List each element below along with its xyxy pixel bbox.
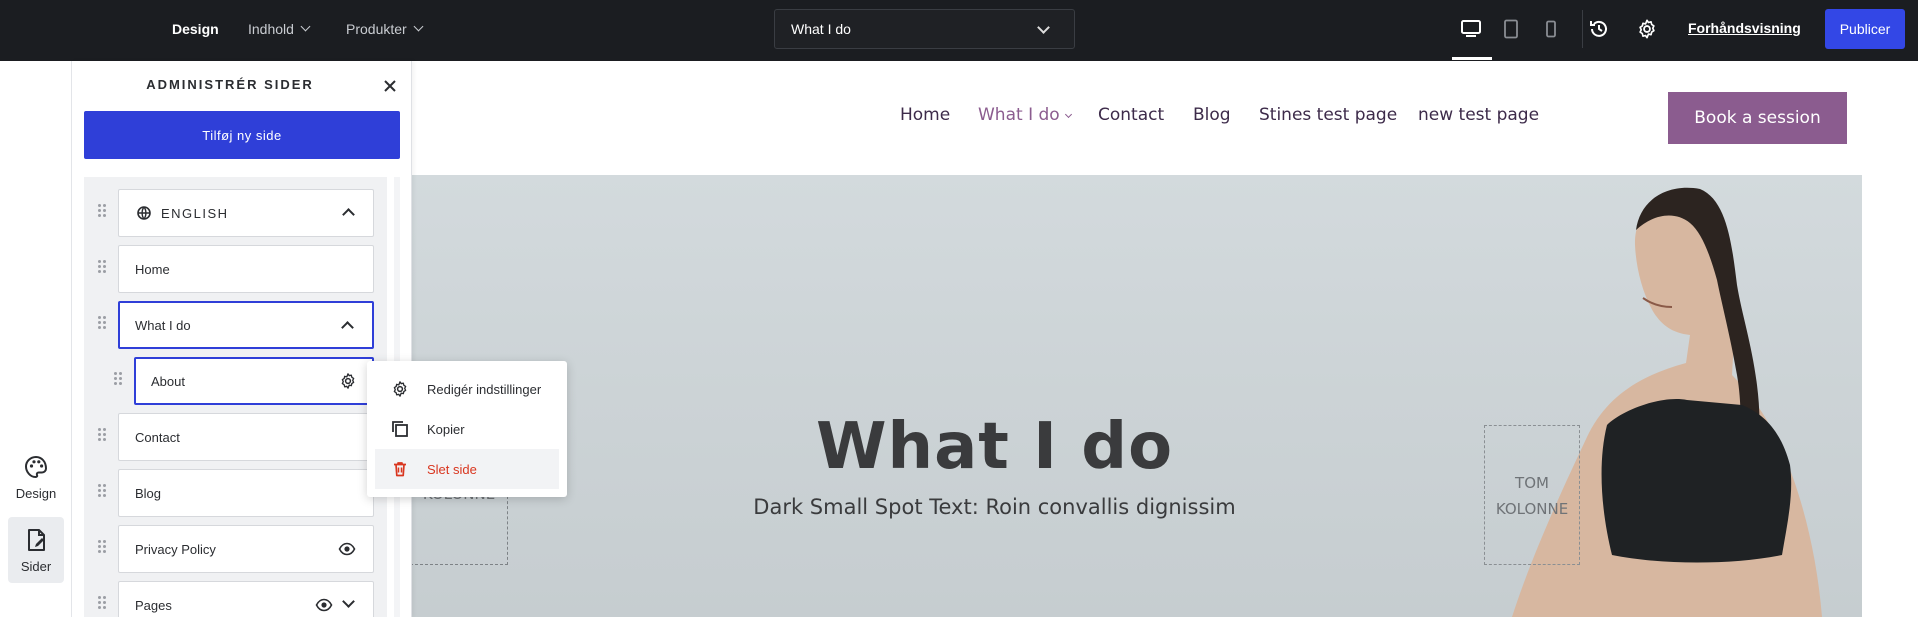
site-nav-blog[interactable]: Blog	[1193, 105, 1231, 125]
menu-item-label: Kopier	[427, 421, 465, 437]
menu-item-label: Redigér indstillinger	[427, 381, 542, 397]
mobile-icon	[1546, 20, 1556, 38]
hero-title[interactable]: What I do	[412, 410, 1577, 484]
drag-handle-icon[interactable]	[114, 372, 124, 386]
divider	[1582, 10, 1583, 48]
drag-handle-icon[interactable]	[98, 428, 108, 442]
active-device-indicator	[1452, 57, 1492, 60]
globe-icon	[137, 206, 151, 220]
rail-pages-label: Sider	[20, 558, 52, 574]
desktop-view-button[interactable]	[1456, 14, 1486, 44]
copy-menu-item[interactable]: Kopier	[375, 409, 559, 449]
site-nav-what-i-do[interactable]: What I do	[978, 105, 1072, 125]
nav-design-label: Design	[172, 20, 219, 37]
history-icon	[1590, 20, 1607, 37]
page-item-label: Blog	[135, 485, 162, 501]
page-item-label: Home	[135, 261, 170, 277]
page-item-home[interactable]: Home	[118, 245, 374, 293]
language-group-english[interactable]: ENGLISH	[118, 189, 374, 237]
desktop-icon	[1461, 20, 1481, 37]
drag-handle-icon[interactable]	[98, 540, 108, 554]
page-item-label: Privacy Policy	[135, 541, 216, 557]
history-button[interactable]	[1584, 14, 1614, 44]
preview-link[interactable]: Forhåndsvisning	[1688, 20, 1801, 36]
nav-design[interactable]: Design	[172, 0, 219, 57]
nav-produkter[interactable]: Produkter	[346, 0, 424, 57]
add-page-button[interactable]: Tilføj ny side	[84, 111, 400, 159]
hero-section[interactable]: What I do Dark Small Spot Text: Roin con…	[412, 175, 1862, 617]
language-label: ENGLISH	[161, 205, 229, 221]
book-session-button[interactable]: Book a session	[1668, 92, 1847, 144]
eye-icon[interactable]	[315, 596, 333, 614]
rail-design-label: Design	[15, 485, 57, 501]
drag-handle-icon[interactable]	[98, 204, 108, 218]
chevron-down-icon	[1037, 21, 1050, 34]
copy-icon	[392, 421, 408, 437]
drag-handle-icon[interactable]	[98, 484, 108, 498]
empty-column-right[interactable]: TOM KOLONNE	[1484, 425, 1580, 565]
chevron-up-icon[interactable]	[341, 321, 354, 334]
nav-indhold[interactable]: Indhold	[248, 0, 311, 57]
chevron-up-icon[interactable]	[342, 208, 355, 221]
page-item-blog[interactable]: Blog	[118, 469, 374, 517]
page-item-privacy-policy[interactable]: Privacy Policy	[118, 525, 374, 573]
panel-title: ADMINISTRÉR SIDER	[146, 77, 314, 92]
menu-item-label: Slet side	[427, 461, 477, 477]
gear-icon[interactable]	[339, 372, 357, 390]
chevron-down-icon[interactable]	[342, 595, 355, 608]
empty-column-label: KOLONNE	[1495, 500, 1569, 518]
site-nav-what-i-do-label: What I do	[978, 105, 1060, 125]
close-icon[interactable]	[381, 77, 399, 95]
page-selector-value: What I do	[791, 21, 851, 37]
page-selector[interactable]: What I do	[774, 9, 1075, 49]
page-item-what-i-do[interactable]: What I do	[118, 301, 374, 349]
trash-icon	[394, 462, 406, 477]
page-item-label: Pages	[135, 597, 172, 613]
site-nav-home[interactable]: Home	[900, 105, 950, 125]
drag-handle-icon[interactable]	[98, 316, 108, 330]
left-rail: Design Sider	[0, 61, 72, 617]
tablet-icon	[1504, 19, 1518, 39]
palette-icon	[24, 455, 48, 478]
drag-handle-icon[interactable]	[98, 596, 108, 610]
empty-column-label: TOM	[1515, 474, 1549, 492]
pages-icon	[28, 528, 45, 551]
nav-produkter-label: Produkter	[346, 20, 407, 37]
rail-design-button[interactable]: Design	[8, 444, 64, 510]
hero-right-margin	[1862, 175, 1918, 617]
top-toolbar: Design Indhold Produkter What I do Forhå…	[0, 0, 1918, 61]
page-item-contact[interactable]: Contact	[118, 413, 374, 461]
site-nav-stines-test-page[interactable]: Stines test page	[1259, 105, 1397, 125]
chevron-down-icon	[1064, 110, 1072, 119]
chevron-down-icon	[413, 21, 424, 32]
manage-pages-panel: ADMINISTRÉR SIDER Tilføj ny side ENGLISH…	[72, 61, 412, 617]
drag-handle-icon[interactable]	[98, 260, 108, 274]
page-context-menu: Redigér indstillinger Kopier Slet side	[367, 361, 567, 497]
chevron-down-icon	[300, 21, 311, 32]
page-item-label: What I do	[135, 317, 191, 333]
publish-button[interactable]: Publicer	[1825, 9, 1905, 49]
delete-page-menu-item[interactable]: Slet side	[375, 449, 559, 489]
hero-subtitle[interactable]: Dark Small Spot Text: Roin convallis dig…	[412, 495, 1577, 519]
page-item-label: About	[151, 373, 185, 389]
tablet-view-button[interactable]	[1496, 14, 1526, 44]
eye-icon[interactable]	[338, 540, 356, 558]
gear-icon	[1639, 19, 1655, 39]
nav-indhold-label: Indhold	[248, 20, 294, 37]
edit-settings-menu-item[interactable]: Redigér indstillinger	[375, 369, 559, 409]
site-nav-contact[interactable]: Contact	[1098, 105, 1164, 125]
site-nav-new-test-page[interactable]: new test page	[1418, 105, 1539, 125]
page-item-pages[interactable]: Pages	[118, 581, 374, 617]
page-item-about[interactable]: About	[134, 357, 374, 405]
mobile-view-button[interactable]	[1536, 14, 1566, 44]
gear-icon	[393, 381, 407, 397]
settings-button[interactable]	[1632, 14, 1662, 44]
page-item-label: Contact	[135, 429, 180, 445]
rail-pages-button[interactable]: Sider	[8, 517, 64, 583]
